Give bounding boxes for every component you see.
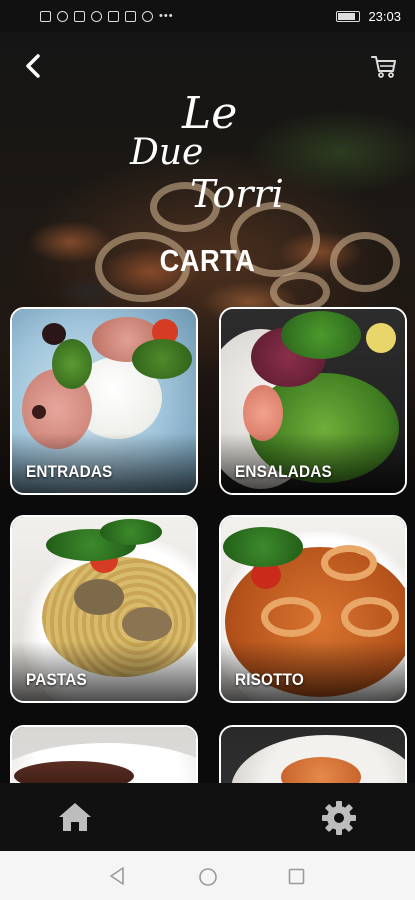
home-button[interactable] [56,799,94,835]
settings-button[interactable] [320,799,358,837]
circle-home-icon [199,868,217,886]
system-back-button[interactable] [108,866,128,886]
category-label: RISOTTO [235,670,304,689]
triangle-back-icon [110,867,124,885]
sim-icon [40,10,51,22]
cart-icon [371,56,396,78]
wifi-icon [57,10,68,22]
category-card-pastas[interactable]: PASTAS [10,515,198,703]
bottom-navigation [0,783,415,851]
chevron-left-icon [26,54,40,78]
home-icon [59,803,91,831]
category-label: ENTRADAS [26,462,113,481]
system-home-button[interactable] [198,867,218,887]
usb-icon [74,10,85,22]
twitter-icon [142,10,153,22]
status-bar: ••• 23:03 [0,0,415,32]
gallery-icon [108,10,119,22]
battery-icon [336,10,361,22]
category-card-risotto[interactable]: RISOTTO [219,515,407,703]
page-title: CARTA [159,243,256,278]
app-screen: ••• 23:03 Le Due Torri CARTA ENTRADAS EN… [0,0,415,900]
category-card-mariscos-partial[interactable] [219,725,407,783]
notification-icons: ••• [40,10,174,22]
gear-icon [322,801,356,835]
category-card-ensaladas[interactable]: ENSALADAS [219,307,407,495]
category-grid: ENTRADAS ENSALADAS PASTAS RISOTTO [0,307,415,783]
logo-line-2: Due [130,132,204,173]
back-button[interactable] [18,50,50,82]
logo-line-3: Torri [190,172,284,216]
category-card-carnes-partial[interactable] [10,725,198,783]
restaurant-logo: Le Due Torri [128,88,298,228]
cart-button[interactable] [369,52,399,80]
system-recents-button[interactable] [288,868,305,885]
category-card-entradas[interactable]: ENTRADAS [10,307,198,495]
status-time: 23:03 [368,8,401,24]
message-icon [125,10,136,22]
category-label: PASTAS [26,670,87,689]
telegram-icon [91,10,102,22]
category-label: ENSALADAS [235,462,332,481]
square-recents-icon [288,868,305,885]
system-navigation-bar [0,851,415,900]
seafood-image [221,727,405,783]
more-notifications-icon: ••• [159,10,174,22]
meat-image [12,727,196,783]
